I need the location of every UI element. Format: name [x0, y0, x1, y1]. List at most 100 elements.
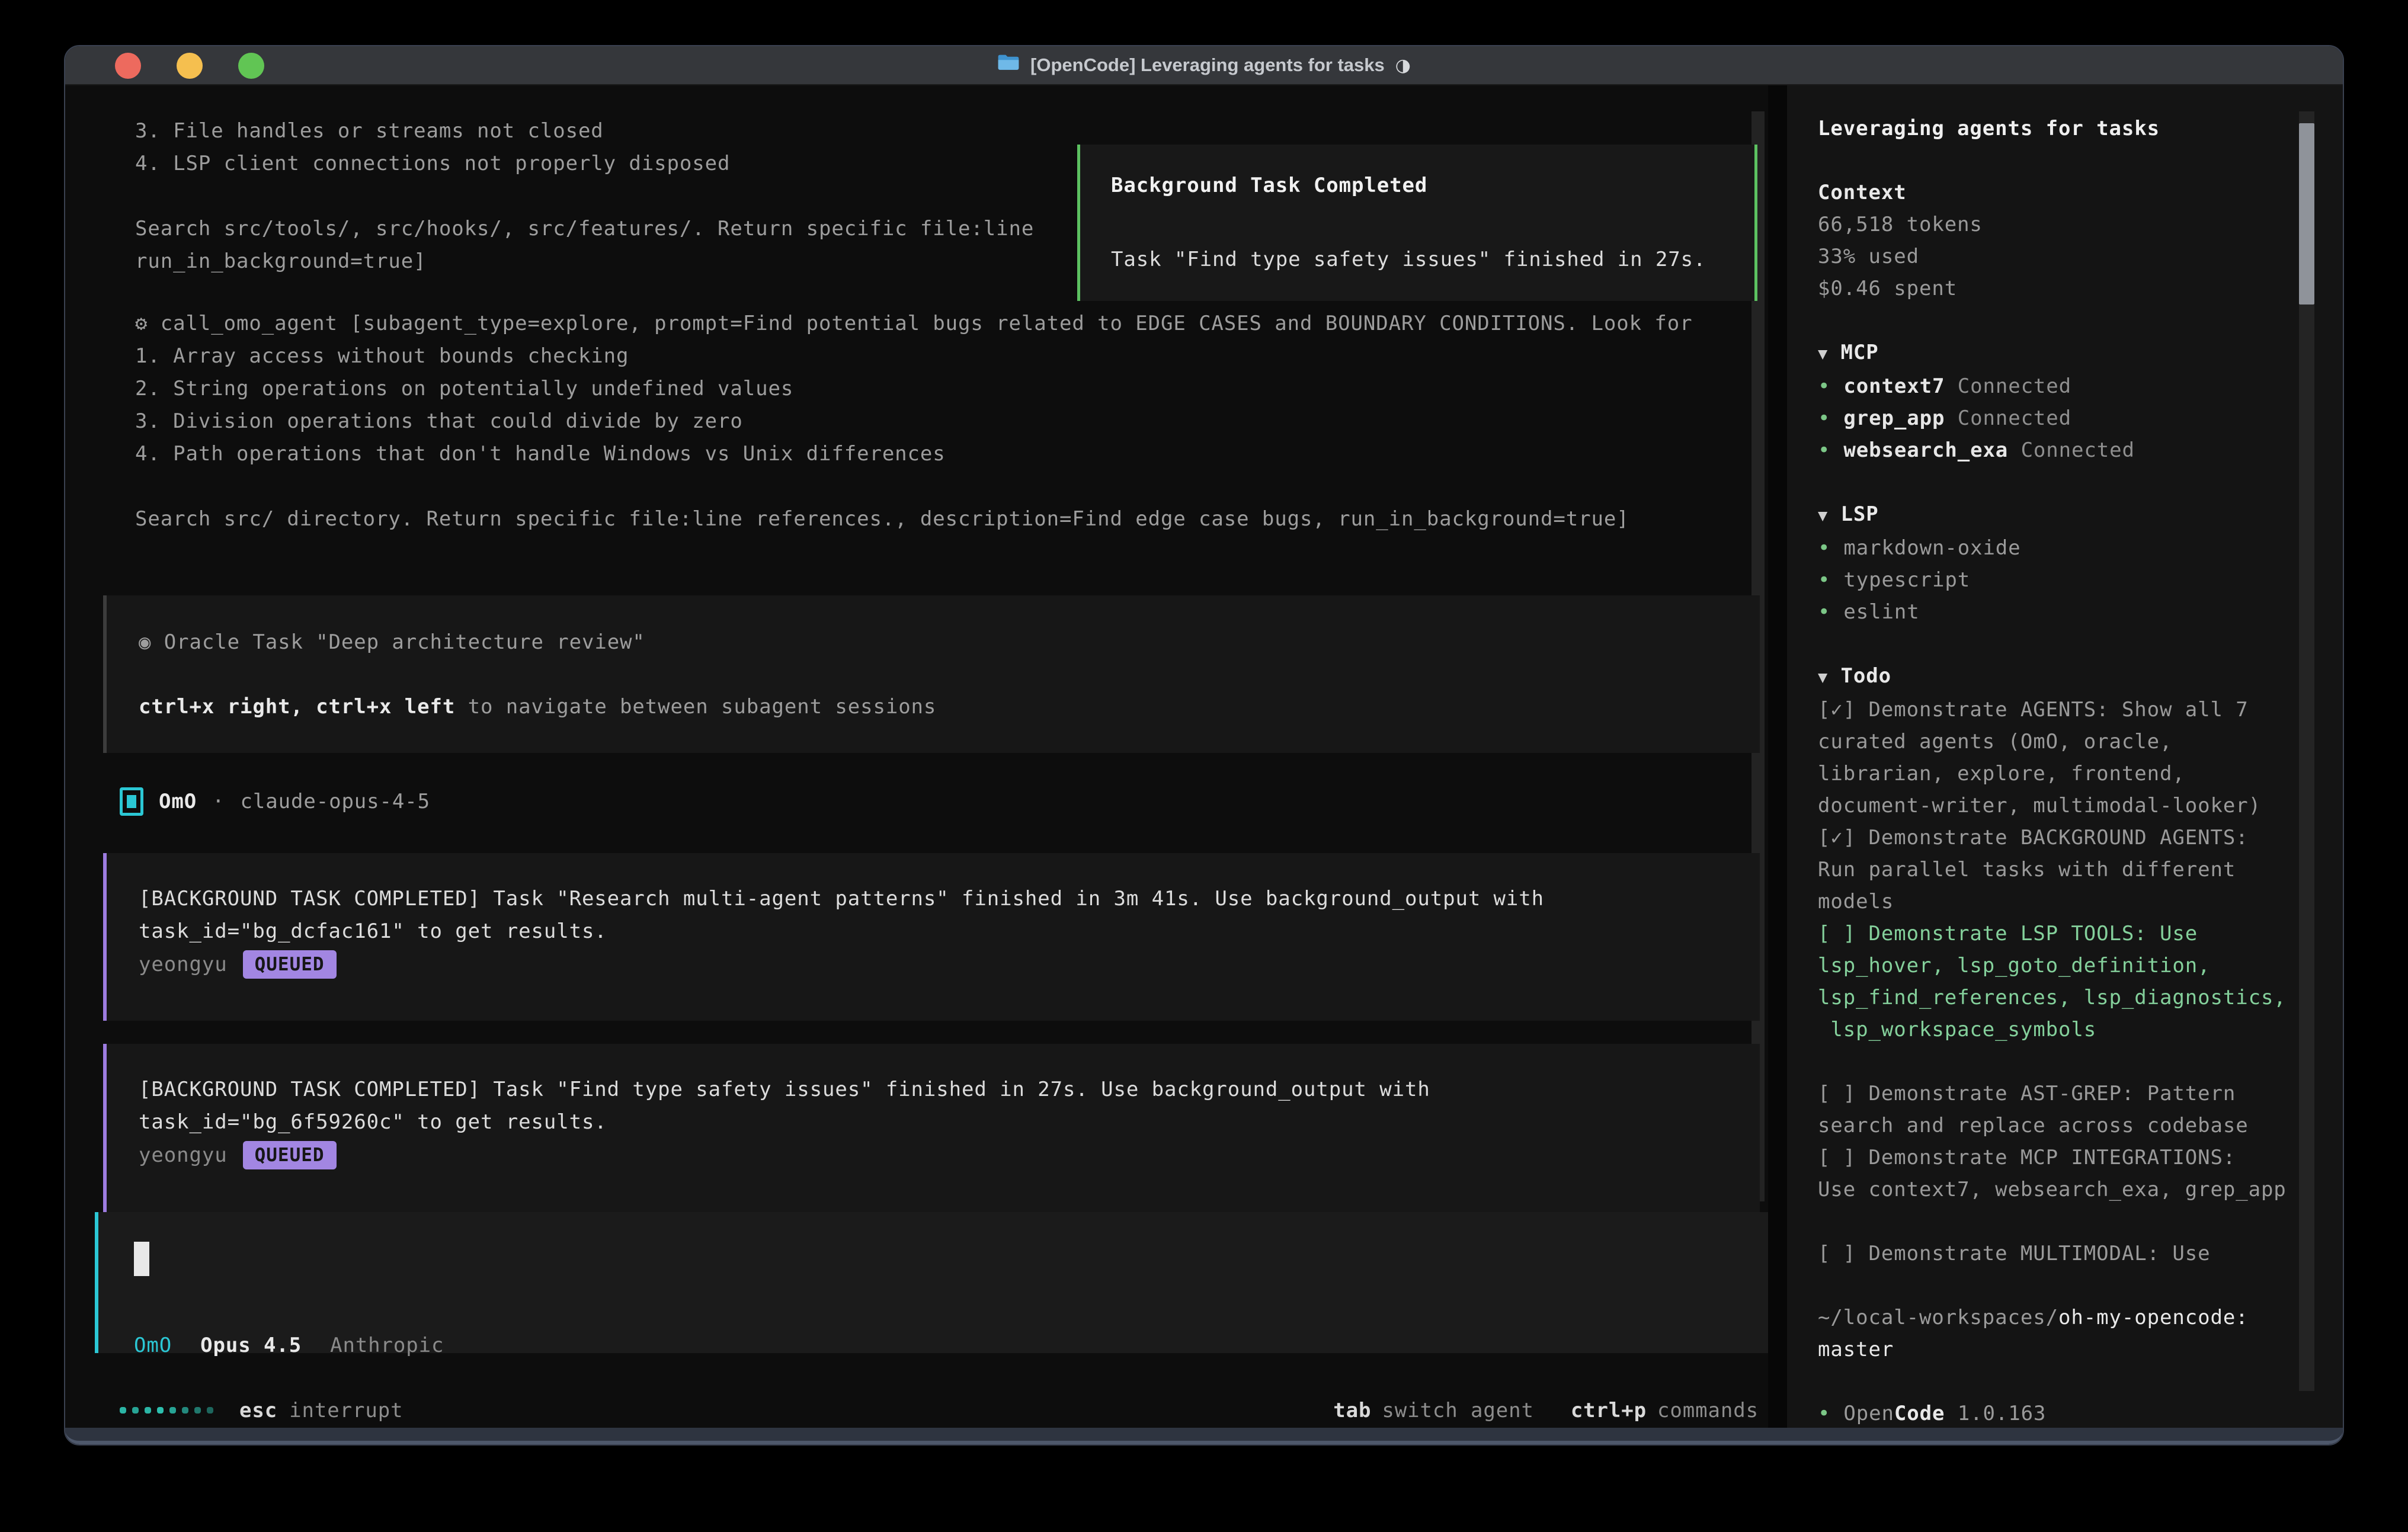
task-line: [BACKGROUND TASK COMPLETED] Task "Find t…	[139, 1073, 1760, 1106]
log-line: 3. File handles or streams not closed	[135, 115, 1034, 148]
todo-line: Use context7, websearch_exa, grep_app	[1818, 1174, 2294, 1206]
todo-heading: Todo	[1841, 664, 1891, 688]
workspace-repo: oh-my-opencode:	[2058, 1306, 2249, 1329]
todo-line: lsp_find_references, lsp_diagnostics,	[1818, 982, 2294, 1014]
bullet-icon: •	[1818, 536, 1830, 560]
sidebar-scrollbar[interactable]	[2299, 111, 2314, 1391]
todo-line: curated agents (OmO, oracle,	[1818, 726, 2294, 758]
lsp-section-header[interactable]: ▼ LSP	[1818, 498, 2294, 532]
mcp-status: Connected	[1958, 374, 2071, 398]
log-line: run_in_background=true]	[135, 245, 1034, 278]
sidebar: Leveraging agents for tasks Context 66,5…	[1787, 85, 2344, 1428]
mcp-name: context7	[1843, 374, 1945, 398]
fisheye-icon: ◉	[139, 630, 151, 654]
todo-item-lsp-tools: [ ] Demonstrate LSP TOOLS: Uselsp_hover,…	[1818, 918, 2294, 1046]
todo-line: [✓] Demonstrate AGENTS: Show all 7	[1818, 694, 2294, 726]
task-line: task_id="bg_6f59260c" to get results.	[139, 1106, 1760, 1139]
todo-line: lsp_workspace_symbols	[1818, 1014, 2294, 1046]
prompt-input[interactable]: OmO Opus 4.5 Anthropic	[95, 1212, 1768, 1353]
bullet-icon: •	[1818, 406, 1830, 430]
tab-key-label: switch agent	[1382, 1399, 1533, 1422]
collapse-triangle-icon: ▼	[1818, 507, 1828, 525]
todo-line: Run parallel tasks with different	[1818, 854, 2294, 886]
oracle-hint-text: to navigate between subagent sessions	[455, 695, 936, 719]
oracle-title-row: ◉ Oracle Task "Deep architecture review"	[139, 626, 1760, 659]
app-name-bold: Code	[1894, 1402, 1945, 1425]
lsp-item: •eslint	[1818, 596, 2294, 628]
collapse-triangle-icon: ▼	[1818, 668, 1828, 687]
sidebar-content: Leveraging agents for tasks Context 66,5…	[1787, 85, 2294, 1428]
todo-item-ast-grep: [ ] Demonstrate AST-GREP: Patternsearch …	[1818, 1078, 2294, 1142]
zoom-button[interactable]	[238, 53, 264, 79]
lsp-item: • typescript	[1818, 564, 2294, 596]
input-agent-name: OmO	[134, 1329, 172, 1362]
mcp-name: websearch_exa	[1843, 438, 2008, 462]
window-bottom-edge	[65, 1428, 2343, 1444]
statusbar-right: tab switch agent ctrl+p commands	[1333, 1394, 1759, 1427]
lsp-name: markdown-oxide	[1843, 536, 2020, 560]
separator-dot: ·	[212, 790, 225, 813]
oracle-title: Oracle Task "Deep architecture review"	[164, 630, 645, 654]
mcp-item: •websearch_exa Connected	[1818, 434, 2294, 466]
todo-line: models	[1818, 886, 2294, 918]
progress-circle-icon: ◑	[1395, 55, 1411, 76]
input-model-name: Opus 4.5	[200, 1329, 302, 1362]
sidebar-scrollbar-thumb[interactable]	[2299, 123, 2314, 305]
todo-line: [ ] Demonstrate AST-GREP: Pattern	[1818, 1078, 2294, 1110]
todo-section-header[interactable]: ▼ Todo	[1818, 660, 2294, 694]
bullet-icon: •	[1818, 374, 1830, 398]
window-title: [OpenCode] Leveraging agents for tasks ◑	[997, 54, 1411, 76]
oracle-hint: ctrl+x right, ctrl+x left to navigate be…	[139, 691, 1760, 723]
context-heading: Context	[1818, 177, 2294, 209]
task-meta-row: yeongyu QUEUED	[139, 1139, 1760, 1171]
task-meta-row: yeongyu QUEUED	[139, 948, 1760, 980]
window-title-text: [OpenCode] Leveraging agents for tasks	[1030, 55, 1385, 76]
statusbar-left: esc interrupt	[120, 1394, 403, 1427]
text-cursor	[134, 1242, 149, 1276]
task-line: [BACKGROUND TASK COMPLETED] Task "Resear…	[139, 883, 1760, 915]
notification-body: Task "Find type safety issues" finished …	[1111, 243, 1754, 276]
minimize-button[interactable]	[177, 53, 203, 79]
todo-item-agents: [✓] Demonstrate AGENTS: Show all 7curate…	[1818, 694, 2294, 822]
ctrlp-key-hint: ctrl+p	[1571, 1399, 1647, 1422]
todo-line: document-writer, multimodal-looker)	[1818, 790, 2294, 822]
log-line: 2. String operations on potentially unde…	[135, 373, 1693, 405]
lsp-name: typescript	[1843, 568, 1970, 592]
task-author: yeongyu	[139, 1143, 228, 1167]
agent-name: OmO	[159, 790, 197, 813]
log-line: 3. Division operations that could divide…	[135, 405, 1693, 438]
background-task-card: [BACKGROUND TASK COMPLETED] Task "Resear…	[103, 853, 1760, 1021]
oracle-hint-keys: ctrl+x right, ctrl+x left	[139, 695, 455, 719]
session-title: Leveraging agents for tasks	[1818, 113, 2294, 145]
tab-key-hint: tab	[1333, 1399, 1371, 1422]
agent-call-text: call_omo_agent [subagent_type=explore, p…	[161, 312, 1693, 335]
lsp-name: eslint	[1843, 600, 1919, 624]
queued-badge: QUEUED	[243, 1141, 337, 1169]
log-line: Search src/tools/, src/hooks/, src/featu…	[135, 213, 1034, 245]
todo-item-background-agents: [✓] Demonstrate BACKGROUND AGENTS:Run pa…	[1818, 822, 2294, 918]
todo-line: search and replace across codebase	[1818, 1110, 2294, 1142]
mcp-item: • context7 Connected	[1818, 370, 2294, 402]
bullet-icon: •	[1818, 568, 1830, 592]
task-author: yeongyu	[139, 953, 228, 976]
omo-agent-icon	[120, 787, 143, 816]
close-button[interactable]	[115, 53, 141, 79]
titlebar: [OpenCode] Leveraging agents for tasks ◑	[65, 46, 2343, 85]
mcp-section-header[interactable]: ▼ MCP	[1818, 336, 2294, 370]
folder-icon	[997, 54, 1020, 76]
todo-item-mcp-integrations: [ ] Demonstrate MCP INTEGRATIONS:Use con…	[1818, 1142, 2294, 1206]
agent-call-block: ⚙ call_omo_agent [subagent_type=explore,…	[135, 307, 1693, 536]
log-line: Search src/ directory. Return specific f…	[135, 503, 1693, 536]
traffic-lights	[115, 46, 264, 85]
app-name-dim: Open	[1843, 1402, 1894, 1425]
terminal-pane: 3. File handles or streams not closed 4. …	[65, 85, 1768, 1428]
input-provider-name: Anthropic	[330, 1329, 444, 1362]
agent-call-lines: 1. Array access without bounds checking2…	[135, 340, 1693, 536]
mcp-heading: MCP	[1841, 341, 1879, 364]
context-stat-line: $0.46 spent	[1818, 273, 2294, 305]
log-line: 4. Path operations that don't handle Win…	[135, 438, 1693, 470]
oracle-task-card: ◉ Oracle Task "Deep architecture review"…	[103, 595, 1760, 753]
log-line: 1. Array access without bounds checking	[135, 340, 1693, 373]
notification-toast[interactable]: Background Task Completed Task "Find typ…	[1077, 145, 1757, 301]
spinner-dots-icon	[120, 1407, 213, 1414]
